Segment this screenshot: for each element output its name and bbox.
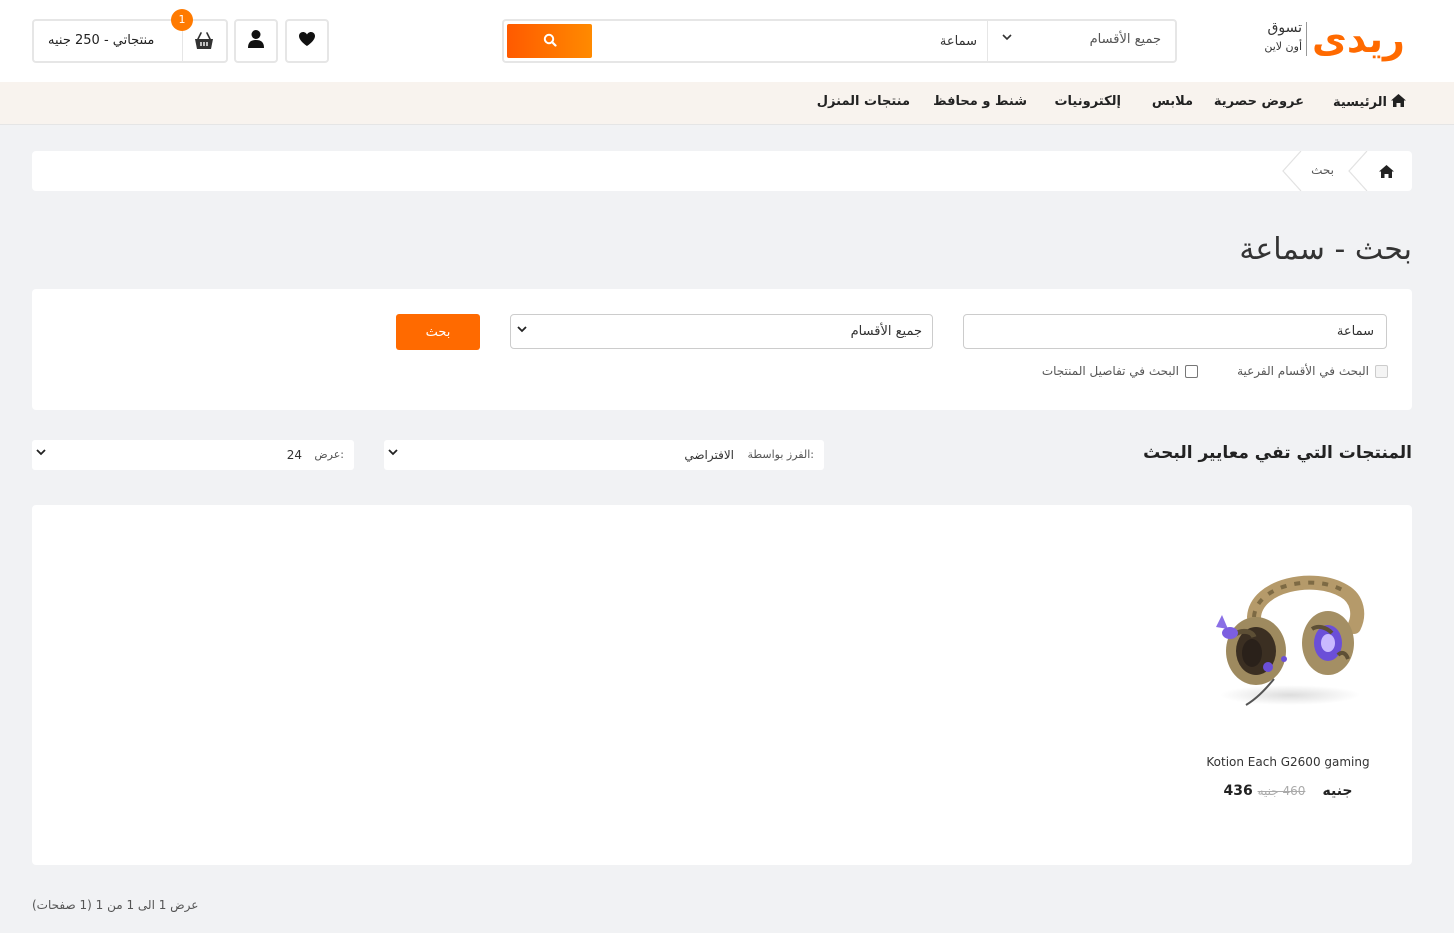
product-details-checkbox[interactable]: [1185, 364, 1198, 378]
chevron-down-icon: [1002, 31, 1012, 45]
header-category-label: جميع الأقسام: [1089, 32, 1161, 47]
header-search-bar: جميع الأقسام: [502, 19, 1177, 63]
chevron-down-icon: [36, 447, 46, 460]
product-details-option: البحث في تفاصيل المنتجات: [1042, 363, 1198, 379]
nav-item-bags[interactable]: شنط و محافظ: [933, 94, 1027, 109]
chevron-down-icon: [388, 447, 398, 460]
logo-tagline-2: أون لاين: [1264, 40, 1302, 53]
product-grid: Kotion Each G2600 gaming 436 جنيه 460 جن…: [32, 505, 1412, 865]
home-icon: [1379, 163, 1394, 182]
logo-divider: [1306, 22, 1307, 56]
nav-item-label: الرئيسية: [1332, 95, 1387, 110]
breadcrumb-separator: [1282, 151, 1302, 191]
header-category-select[interactable]: جميع الأقسام: [987, 21, 1175, 61]
limit-label: عرض:: [314, 448, 344, 461]
account-button[interactable]: [234, 19, 278, 63]
headset-image: [1216, 575, 1365, 706]
nav-item-home-products[interactable]: منتجات المنزل: [817, 94, 910, 109]
user-icon: [247, 29, 265, 53]
breadcrumb-current[interactable]: بحث: [1311, 163, 1334, 177]
nav-item-home[interactable]: الرئيسية: [1333, 94, 1406, 111]
sort-value: الافتراضي: [684, 448, 734, 462]
breadcrumb-home-link[interactable]: [1379, 163, 1394, 182]
search-category-value: جميع الأقسام: [850, 324, 922, 339]
header-search-button[interactable]: [507, 24, 592, 58]
product-price: 436 جنيه 460 جنيه: [1194, 780, 1382, 799]
heart-icon: [298, 31, 316, 51]
subcategories-option: البحث في الأقسام الفرعية: [1237, 363, 1388, 379]
site-logo[interactable]: ريدى تسوق أون لاين: [1256, 16, 1416, 62]
product-card[interactable]: Kotion Each G2600 gaming 436 جنيه 460 جن…: [1194, 555, 1382, 815]
main-nav: الرئيسية عروض حصرية ملابس إلكترونيات شنط…: [0, 82, 1454, 125]
results-heading: المنتجات التي تفي معايير البحث: [1143, 443, 1412, 463]
page-title: بحث - سماعة: [1239, 232, 1412, 267]
pagination-info: عرض 1 الى 1 من 1 (1 صفحات): [32, 898, 199, 912]
nav-item-exclusive-offers[interactable]: عروض حصرية: [1214, 94, 1304, 109]
header-search-input[interactable]: [592, 21, 989, 61]
chevron-down-icon: [517, 324, 527, 337]
product-details-label: البحث في تفاصيل المنتجات: [1041, 364, 1179, 378]
sort-select[interactable]: الفرز بواسطة: الافتراضي: [384, 440, 824, 470]
nav-item-electronics[interactable]: إلكترونيات: [1054, 94, 1121, 109]
search-icon: [543, 33, 557, 50]
limit-value: 24: [286, 448, 302, 462]
product-name[interactable]: Kotion Each G2600 gaming: [1194, 755, 1382, 769]
home-icon: [1391, 94, 1406, 111]
basket-icon: [194, 32, 214, 54]
sort-label: الفرز بواسطة:: [747, 448, 814, 461]
site-header: ريدى تسوق أون لاين جميع الأقسام منتجاتي …: [0, 0, 1454, 82]
subcategories-checkbox[interactable]: [1375, 364, 1388, 378]
search-keyword-input[interactable]: [963, 314, 1387, 349]
limit-select[interactable]: عرض: 24: [32, 440, 354, 470]
search-criteria-panel: جميع الأقسام بحث البحث في الأقسام الفرعي…: [32, 289, 1412, 410]
breadcrumb-separator: [1348, 151, 1368, 191]
product-price-old: 460 جنيه: [1257, 784, 1306, 798]
cart-count-badge: 1: [171, 9, 193, 31]
nav-item-clothes[interactable]: ملابس: [1152, 94, 1193, 109]
search-category-select[interactable]: جميع الأقسام: [510, 314, 933, 349]
breadcrumb: بحث: [32, 151, 1412, 191]
logo-mark: ريدى: [1312, 17, 1405, 61]
cart-button[interactable]: منتجاتي - 250 جنيه: [32, 19, 228, 63]
wishlist-button[interactable]: [285, 19, 329, 63]
logo-tagline-1: تسوق: [1267, 20, 1302, 36]
search-submit-button[interactable]: بحث: [396, 314, 480, 350]
cart-summary: منتجاتي - 250 جنيه: [48, 33, 155, 48]
subcategories-label: البحث في الأقسام الفرعية: [1237, 364, 1369, 378]
product-image[interactable]: [1194, 555, 1382, 725]
